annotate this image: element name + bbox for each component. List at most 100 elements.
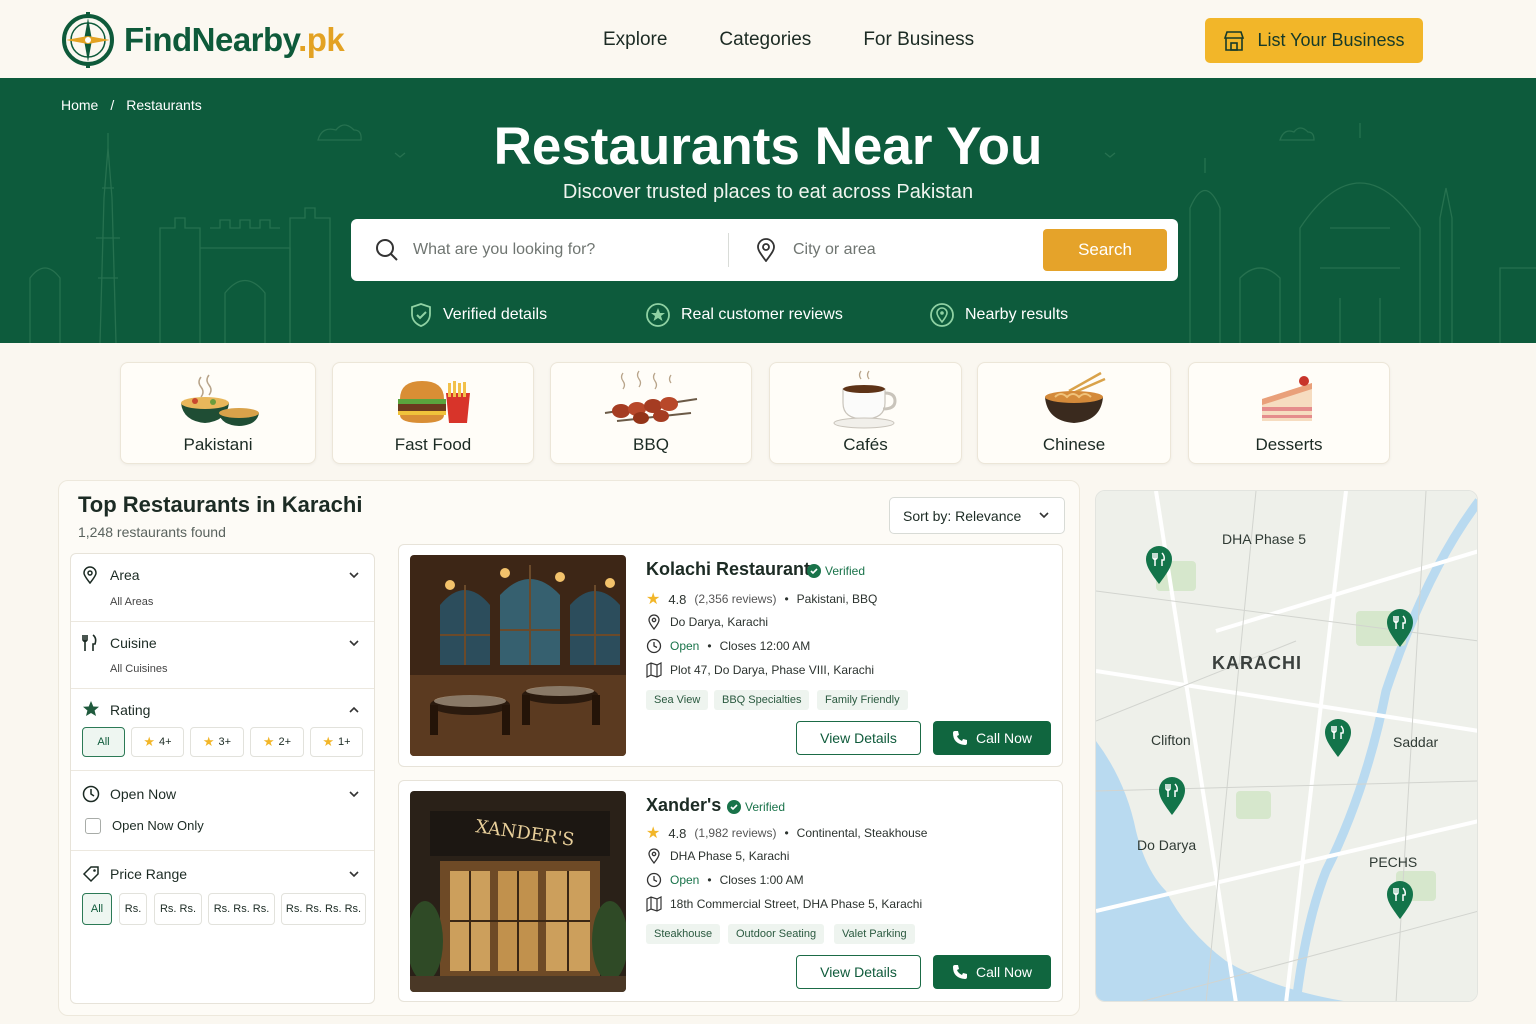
chevron-down-icon [349, 572, 359, 579]
category-label: Cafés [843, 435, 888, 454]
category-card-desserts[interactable]: Desserts [1188, 362, 1390, 464]
top-navigation-bar: FindNearby.pk Explore Categories For Bus… [0, 0, 1536, 78]
price-option-4[interactable]: Rs. Rs. Rs. Rs. [281, 893, 366, 925]
filter-cuisine[interactable]: Cuisine All Cuisines [71, 622, 374, 689]
chevron-down-icon[interactable] [348, 788, 360, 800]
chevron-down-icon[interactable] [348, 868, 360, 880]
phone-icon [952, 965, 967, 979]
price-option-label: Rs. [124, 903, 142, 915]
restaurant-name[interactable]: Xander's [646, 795, 721, 816]
map-pin-icon[interactable] [1385, 880, 1415, 920]
price-option-label: Rs. Rs. Rs. Rs. [285, 903, 362, 915]
category-image-wrap [333, 369, 533, 431]
list-your-business-button[interactable]: List Your Business [1205, 18, 1423, 63]
brand-logo[interactable]: FindNearby.pk [60, 12, 345, 68]
map-pin-icon[interactable] [1144, 545, 1174, 585]
main-nav: Explore Categories For Business [603, 29, 974, 51]
filter-cuisine-value: All Cuisines [110, 663, 168, 675]
star-icon: ★ [322, 734, 335, 749]
location-pin-icon [757, 238, 775, 262]
rating-option-1plus[interactable]: ★ 1+ [310, 727, 363, 757]
chevron-up-icon[interactable] [348, 704, 360, 716]
price-option-3[interactable]: Rs. Rs. Rs. [208, 893, 275, 925]
category-image-wrap [121, 369, 315, 431]
rating-option-label: All [97, 736, 110, 748]
nav-explore[interactable]: Explore [603, 29, 667, 51]
results-count: 1,248 restaurants found [78, 524, 226, 540]
feature-tag: Family Friendly [817, 690, 908, 710]
restaurant-name[interactable]: Kolachi Restaurant [646, 559, 810, 580]
call-now-button[interactable]: Call Now [933, 721, 1051, 755]
filter-price-title: Price Range [110, 866, 188, 882]
results-map[interactable]: DHA Phase 5 KARACHI Clifton Saddar Do Da… [1095, 490, 1478, 1002]
restaurant-photo[interactable] [410, 555, 626, 756]
address-row: 18th Commercial Street, DHA Phase 5, Kar… [646, 896, 922, 912]
breadcrumb-home[interactable]: Home [61, 97, 98, 113]
category-label: Desserts [1255, 435, 1323, 454]
rating-option-label: 1+ [338, 736, 351, 748]
filter-area[interactable]: Area All Areas [71, 554, 374, 622]
view-details-button[interactable]: View Details [796, 721, 921, 755]
verified-check-icon [807, 564, 821, 578]
feature-tag: Sea View [646, 690, 709, 710]
search-icon [376, 239, 398, 261]
cuisine-text: Continental, Steakhouse [796, 826, 928, 840]
star-badge-icon [646, 303, 670, 327]
price-option-all[interactable]: All [82, 893, 112, 925]
map-area-label: PECHS [1369, 854, 1418, 870]
address-row: Plot 47, Do Darya, Phase VIII, Karachi [646, 662, 874, 678]
map-pin-icon[interactable] [1157, 776, 1187, 816]
dot-separator: • [784, 592, 789, 606]
storefront-icon [1224, 30, 1245, 51]
view-details-button[interactable]: View Details [796, 955, 921, 989]
nav-categories[interactable]: Categories [719, 29, 811, 51]
brand-wordmark: FindNearby.pk [124, 21, 345, 58]
location-pin-icon [83, 566, 97, 584]
sort-dropdown[interactable]: Sort by: Relevance [889, 497, 1065, 534]
category-card-fast-food[interactable]: Fast Food [332, 362, 534, 464]
nav-for-business[interactable]: For Business [863, 29, 974, 51]
category-card-bbq[interactable]: BBQ [550, 362, 752, 464]
star-icon: ★ [262, 734, 275, 749]
category-label: Pakistani [183, 435, 253, 454]
dot-separator: • [707, 639, 712, 653]
map-pin-icon[interactable] [1323, 718, 1353, 758]
review-count[interactable]: (1,982 reviews) [694, 826, 776, 840]
call-now-button[interactable]: Call Now [933, 955, 1051, 989]
category-card-cafes[interactable]: Cafés [769, 362, 962, 464]
biryani-bowl-icon [181, 374, 259, 426]
filter-price-range: Price Range All Rs. Rs. Rs. Rs. Rs. Rs. … [71, 851, 374, 1003]
star-icon: ★ [646, 591, 661, 608]
filter-rating-title: Rating [110, 702, 151, 718]
category-card-chinese[interactable]: Chinese [977, 362, 1171, 464]
category-label: Chinese [1042, 435, 1106, 454]
price-option-2[interactable]: Rs. Rs. [154, 893, 202, 925]
breadcrumb-separator: / [110, 97, 115, 113]
price-option-1[interactable]: Rs. [119, 893, 147, 925]
category-card-pakistani[interactable]: Pakistani [120, 362, 316, 464]
search-input[interactable] [413, 234, 713, 266]
rating-option-label: 4+ [159, 736, 172, 748]
category-image-wrap [551, 369, 751, 431]
area-text: DHA Phase 5, Karachi [670, 849, 790, 863]
review-count[interactable]: (2,356 reviews) [694, 592, 776, 606]
open-now-checkbox[interactable] [85, 818, 101, 834]
dot-separator: • [784, 826, 789, 840]
rating-option-2plus[interactable]: ★ 2+ [250, 727, 304, 757]
chevron-down-icon [1039, 512, 1049, 519]
verified-check-icon [727, 800, 741, 814]
location-input[interactable] [793, 234, 1013, 266]
rating-option-4plus[interactable]: ★ 4+ [131, 727, 184, 757]
feature-tag: Valet Parking [834, 924, 915, 944]
rating-option-3plus[interactable]: ★ 3+ [190, 727, 244, 757]
rating-option-all[interactable]: All [82, 727, 125, 757]
clock-icon [646, 872, 662, 888]
clock-icon [646, 638, 662, 654]
search-button[interactable]: Search [1043, 229, 1167, 271]
map-pin-icon[interactable] [1385, 608, 1415, 648]
listing-title: Top Restaurants in Karachi [78, 492, 363, 517]
restaurant-photo[interactable]: XANDER'S [410, 791, 626, 992]
category-image-wrap [770, 369, 961, 431]
open-now-checkbox-label: Open Now Only [112, 818, 204, 833]
address-text: Plot 47, Do Darya, Phase VIII, Karachi [670, 663, 875, 677]
